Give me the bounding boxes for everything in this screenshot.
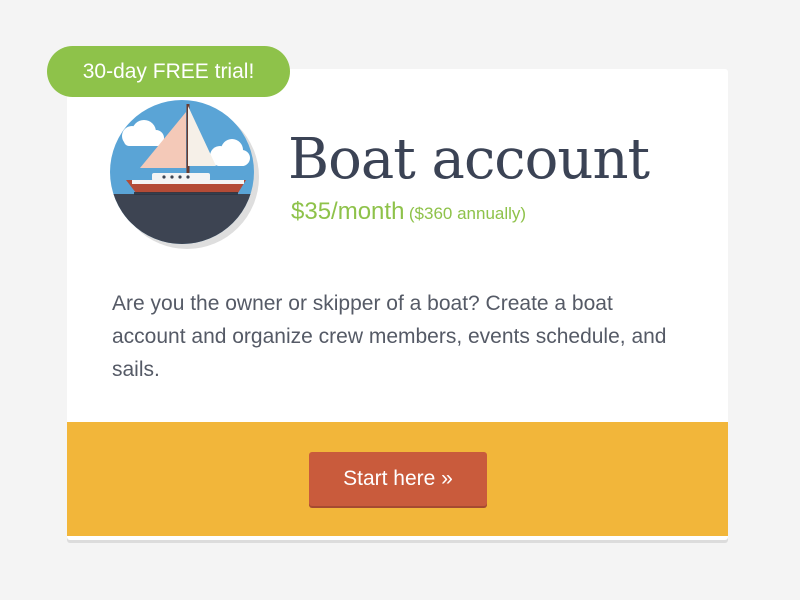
plan-price: $35/month ($360 annually) — [291, 198, 526, 226]
plan-description: Are you the owner or skipper of a boat? … — [112, 292, 667, 381]
cta-band: Start here » — [67, 422, 728, 536]
free-trial-badge: 30-day FREE trial! — [47, 46, 290, 97]
plan-title: Boat account — [288, 127, 650, 192]
monthly-price: $35/month — [291, 198, 405, 225]
sailboat-icon — [110, 100, 259, 249]
start-here-button[interactable]: Start here » — [309, 452, 487, 506]
annual-price: ($360 annually) — [408, 204, 527, 223]
